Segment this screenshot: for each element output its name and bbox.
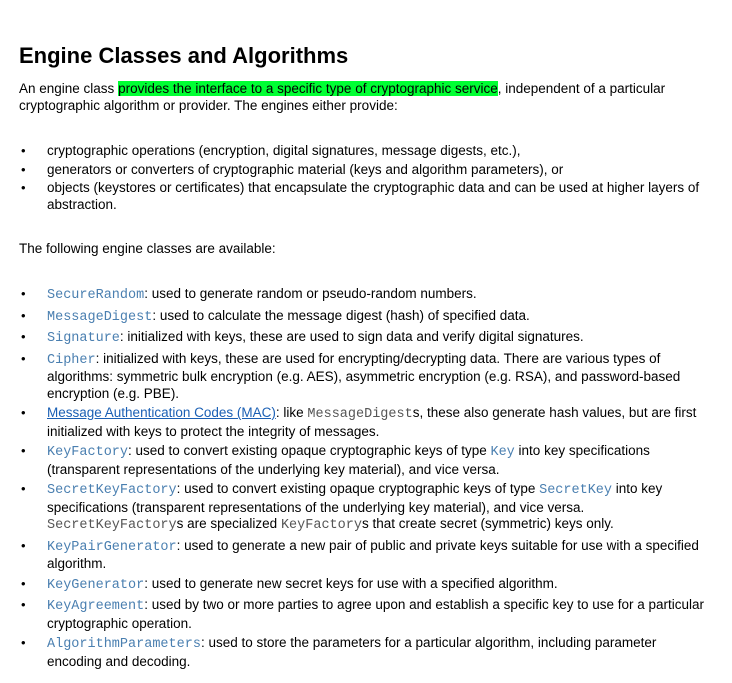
engine-item-message-digest: • MessageDigest: used to calculate the me… <box>19 308 712 327</box>
engine-description: : used to convert existing opaque crypto… <box>128 443 491 458</box>
bullet-icon: • <box>21 537 26 553</box>
list-item-text: objects (keystores or certificates) that… <box>47 180 700 212</box>
class-name-code: KeyGenerator <box>47 577 145 593</box>
engine-description: : used to generate new secret keys for u… <box>144 575 558 591</box>
bullet-icon: • <box>21 286 26 301</box>
bullet-icon: • <box>21 635 26 650</box>
list-item: • objects (keystores or certificates) tha… <box>19 180 712 213</box>
class-name-code: MessageDigest <box>307 407 413 422</box>
highlighted-text[interactable]: provides the interface to a specific typ… <box>118 81 498 96</box>
intro-text-start: An engine class <box>19 81 119 96</box>
engine-item-secret-key-factory: • SecretKeyFactory: used to convert exist… <box>19 481 712 535</box>
bullet-icon: • <box>21 143 26 158</box>
engine-description: : used to calculate the message digest (… <box>152 307 530 323</box>
class-name-code: KeyFactory <box>280 518 362 533</box>
bullet-icon: • <box>21 481 26 496</box>
engine-description: : used to convert existing opaque crypto… <box>176 481 540 496</box>
class-name-code: MessageDigest <box>47 309 153 325</box>
list-item: • generators or converters of cryptograph… <box>19 162 712 179</box>
engine-description: : initialized with keys, these are used … <box>47 350 681 401</box>
engine-description: : like <box>275 405 308 420</box>
class-name-code: SecureRandom <box>47 288 145 303</box>
bullet-icon: • <box>21 307 26 323</box>
class-name-code: SecretKeyFactory <box>47 483 177 498</box>
engine-item-algorithm-parameters: • AlgorithmParameters: used to store the … <box>19 635 712 670</box>
engine-description: : used by two or more parties to agree u… <box>47 597 705 631</box>
class-name-code: Cipher <box>47 352 96 368</box>
class-name-code: KeyPairGenerator <box>47 539 177 555</box>
engine-item-key-generator: • KeyGenerator: used to generate new secr… <box>19 576 712 595</box>
bullet-icon: • <box>21 443 26 458</box>
engine-item-key-factory: • KeyFactory: used to convert existing op… <box>19 443 712 478</box>
bullet-icon: • <box>21 180 26 195</box>
provides-list: • cryptographic operations (encryption, d… <box>19 143 712 213</box>
document-page: Engine Classes and Algorithms An engine … <box>0 0 732 670</box>
bullet-icon: • <box>21 329 26 344</box>
engine-classes-list: • SecureRandom: used to generate random o… <box>19 286 712 670</box>
bullet-icon: • <box>21 597 26 612</box>
list-item-text: cryptographic operations (encryption, di… <box>47 143 521 158</box>
engines-intro: The following engine classes are availab… <box>19 241 276 256</box>
class-name-code: Signature <box>47 331 120 346</box>
engine-item-key-agreement: • KeyAgreement: used by two or more parti… <box>19 597 712 632</box>
engine-item-secure-random: • SecureRandom: used to generate random o… <box>19 286 712 305</box>
intro-paragraph: An engine class provides the interface t… <box>19 80 712 114</box>
class-name-code: KeyAgreement <box>47 599 145 614</box>
bullet-icon: • <box>21 350 26 366</box>
bullet-icon: • <box>21 161 26 177</box>
mac-link[interactable]: Message Authentication Codes (MAC) <box>47 405 276 420</box>
engine-item-key-pair-generator: • KeyPairGenerator: used to generate a ne… <box>19 538 712 573</box>
engine-item-signature: • Signature: initialized with keys, these… <box>19 329 712 348</box>
engine-description: : used to generate random or pseudo-rand… <box>144 286 477 301</box>
class-name-code: Key <box>490 445 515 460</box>
list-item: • cryptographic operations (encryption, d… <box>19 143 712 160</box>
bullet-icon: • <box>21 405 26 420</box>
engine-item-cipher: • Cipher: initialized with keys, these ar… <box>19 351 712 403</box>
bullet-icon: • <box>21 575 26 591</box>
class-name-code: KeyFactory <box>47 445 129 460</box>
class-name-code: AlgorithmParameters <box>47 637 201 652</box>
class-name-code: SecretKeyFactory <box>47 518 177 533</box>
engine-description: s that create secret (symmetric) keys on… <box>361 516 614 531</box>
class-name-code: SecretKey <box>539 483 613 498</box>
list-item-text: generators or converters of cryptographi… <box>47 161 564 177</box>
engine-item-mac: • Message Authentication Codes (MAC): lik… <box>19 405 712 440</box>
engine-description: s are specialized <box>176 516 281 531</box>
engine-description: : initialized with keys, these are used … <box>119 329 584 344</box>
page-title: Engine Classes and Algorithms <box>19 43 349 68</box>
